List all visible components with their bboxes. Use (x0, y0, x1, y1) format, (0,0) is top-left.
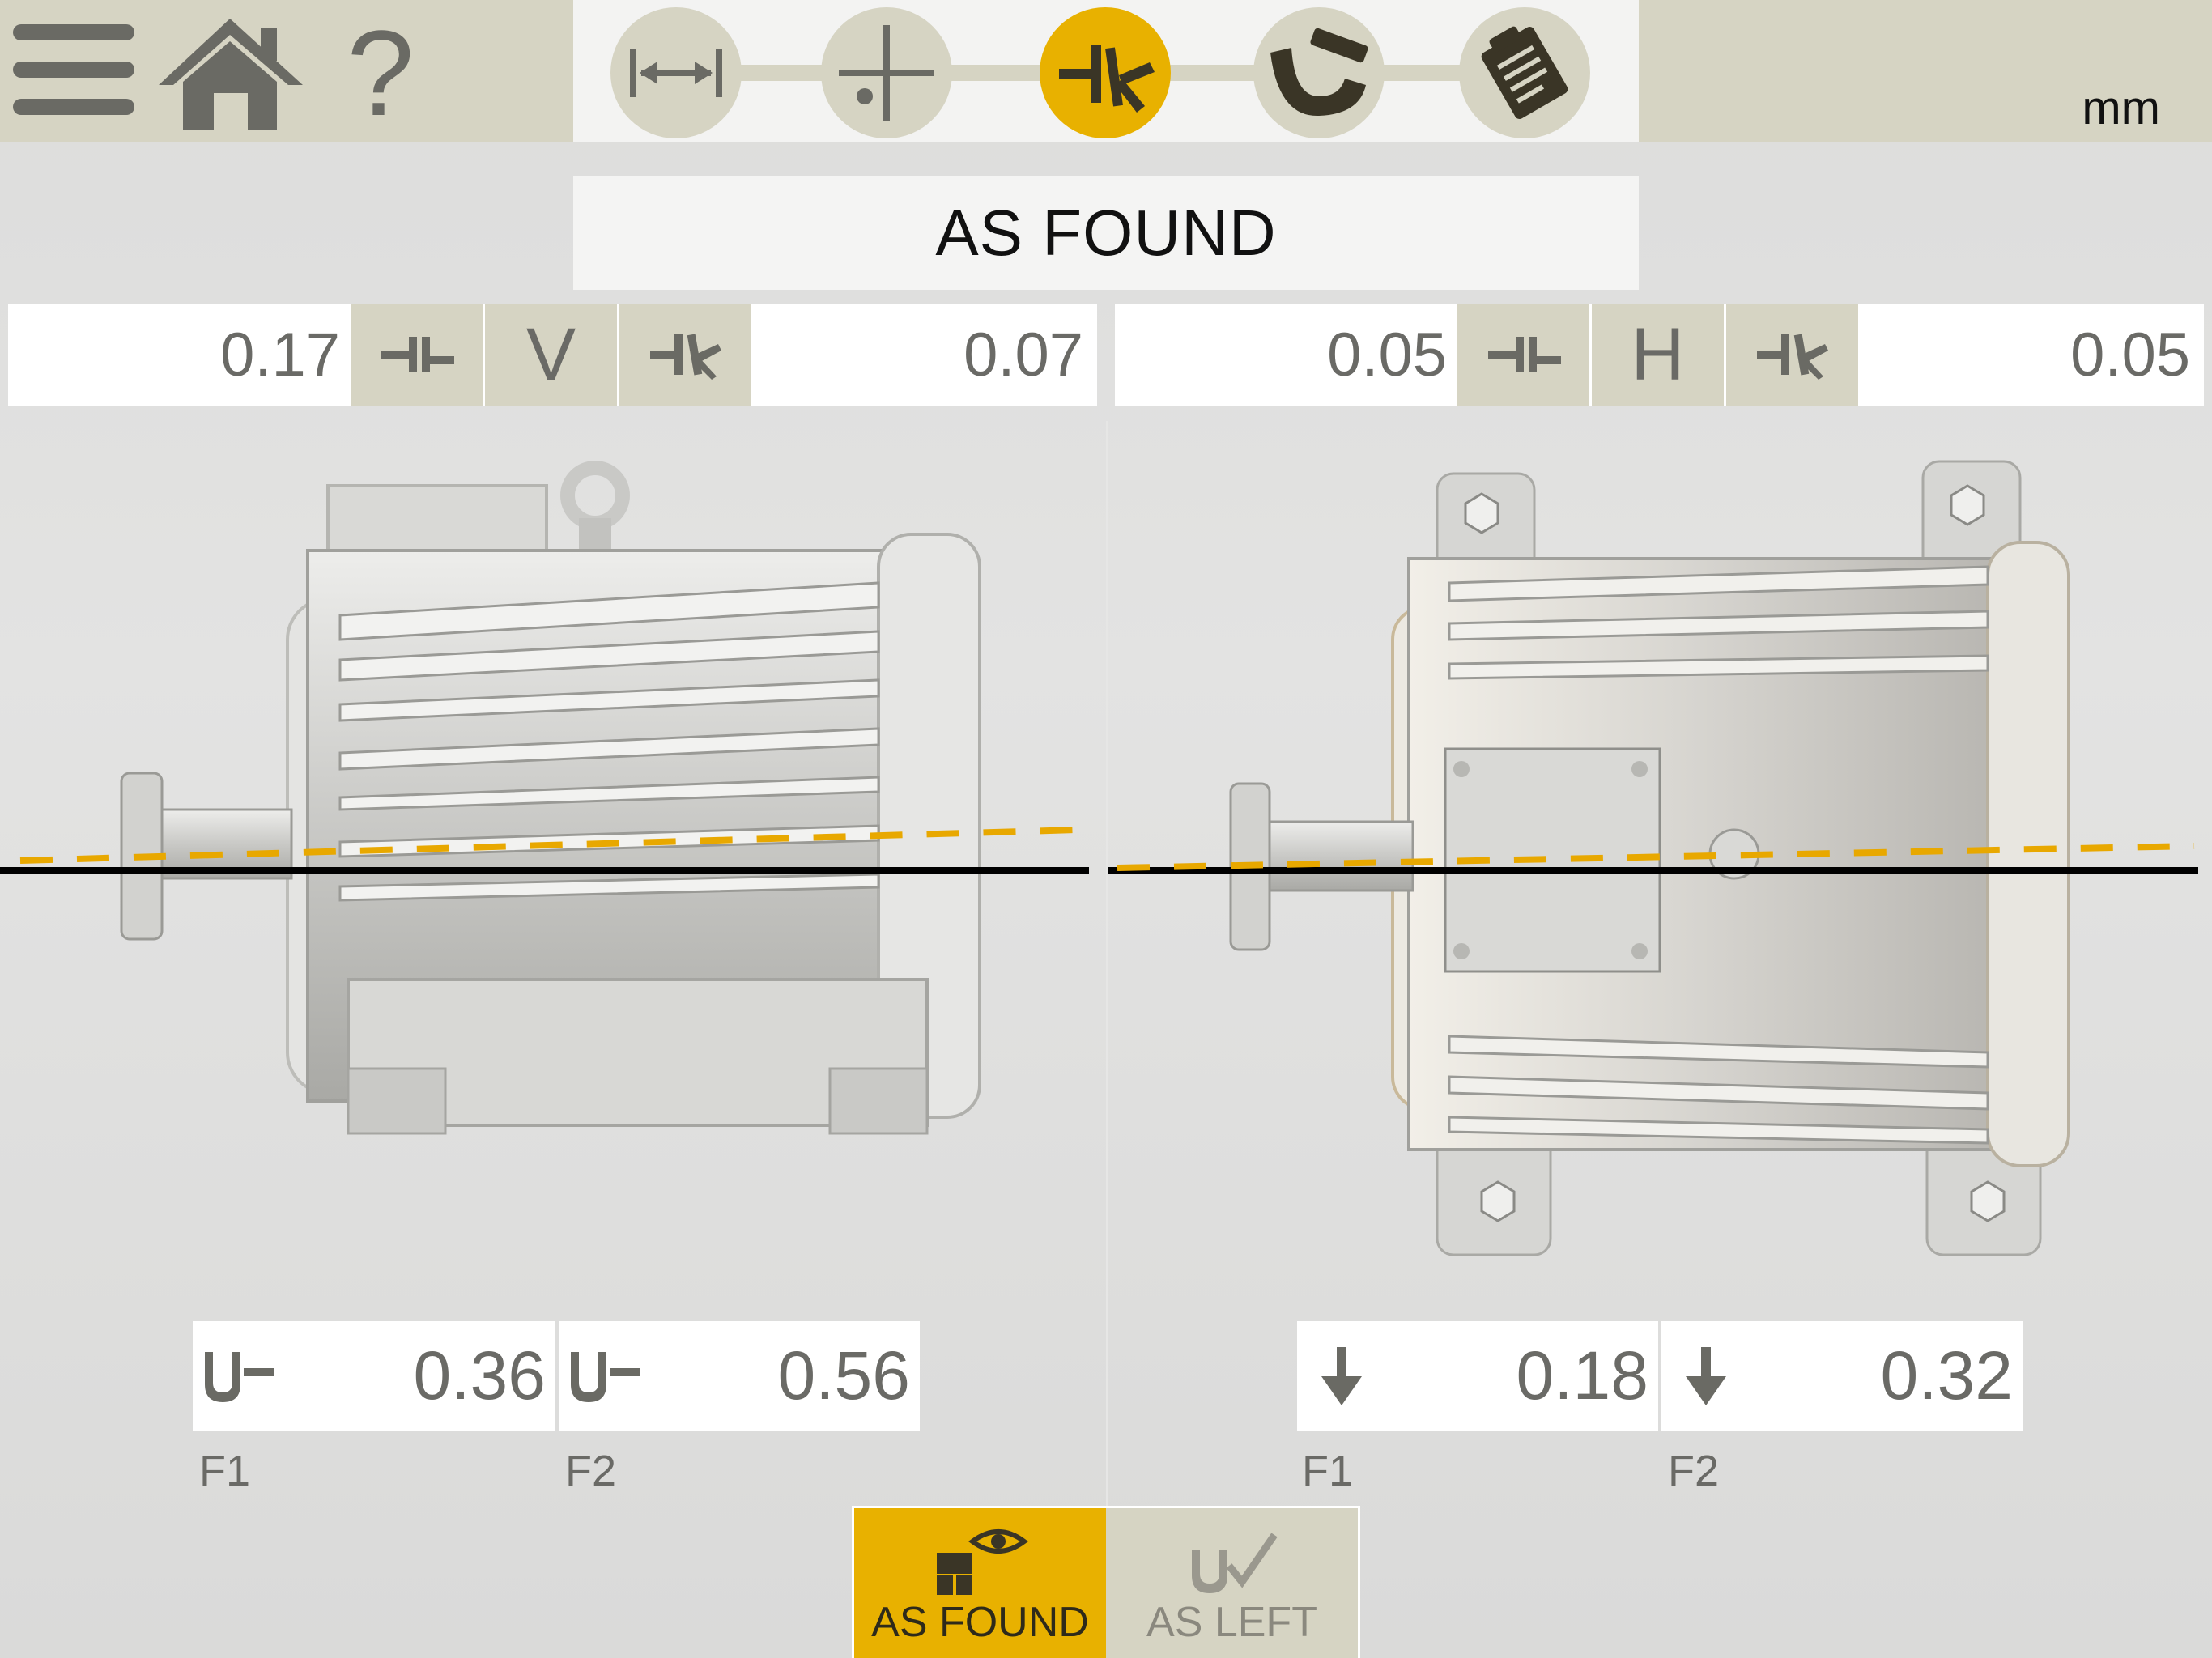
offset-icon (1487, 337, 1561, 372)
horizontal-label-cell: H (1589, 304, 1724, 406)
foot-label: F1 (1302, 1447, 1354, 1495)
offset-icon (381, 337, 454, 372)
angle-icon (649, 334, 721, 380)
as-left-check-icon (1191, 1533, 1278, 1593)
shim-icon (1270, 28, 1368, 117)
arrow-down-icon (1321, 1346, 1362, 1405)
foot-label: F2 (1668, 1447, 1720, 1495)
as-found-button[interactable]: AS FOUND (854, 1508, 1106, 1658)
arrow-down-icon (1686, 1346, 1726, 1405)
motor-side-view (120, 461, 981, 1135)
step-shims[interactable] (1253, 7, 1385, 138)
foot-label: F2 (565, 1447, 617, 1495)
vertical-label-cell: V (483, 304, 617, 406)
as-left-button[interactable]: AS LEFT (1106, 1508, 1358, 1658)
foot-horizontal-f1: 0.18 (1297, 1321, 1658, 1431)
foot-label: F1 (199, 1447, 251, 1495)
menu-button[interactable] (10, 18, 139, 123)
vertical-angle-value: 0.07 (963, 320, 1083, 389)
step-dimensions[interactable] (610, 7, 742, 138)
alignment-result-icon (1059, 45, 1155, 113)
vertical-offset-value: 0.17 (220, 320, 340, 389)
report-icon (1481, 26, 1568, 120)
foot-value: 0.18 (1516, 1337, 1649, 1414)
foot-value: 0.32 (1880, 1337, 2014, 1414)
angle-icon-cell (1724, 304, 1858, 406)
as-found-label: AS FOUND (871, 1599, 1089, 1646)
as-left-label: AS LEFT (1146, 1599, 1317, 1646)
mode-banner: AS FOUND (573, 176, 1639, 290)
vertical-label: V (525, 312, 576, 396)
offset-icon-cell (1455, 304, 1589, 406)
crosshair-icon (839, 25, 934, 121)
alignment-scene (0, 460, 2198, 1256)
as-found-eye-icon (936, 1529, 1028, 1595)
step-measure[interactable] (821, 7, 952, 138)
angle-icon-cell (617, 304, 751, 406)
unit-label: mm (2082, 82, 2160, 134)
dimension-arrows-icon (630, 49, 722, 97)
offset-icon-cell (348, 304, 483, 406)
angle-icon (1756, 334, 1828, 380)
home-button[interactable] (155, 12, 305, 134)
horizontal-results-bar: 0.05 H 0.05 (1115, 304, 2204, 406)
foot-horizontal-f2: 0.32 (1661, 1321, 2023, 1431)
horizontal-label: H (1631, 312, 1685, 396)
help-button[interactable]: ? (328, 12, 433, 134)
foot-vertical-f2: 0.56 (559, 1321, 920, 1431)
shim-foot-icon (205, 1351, 274, 1402)
foot-value: 0.36 (413, 1337, 547, 1414)
foot-value: 0.56 (777, 1337, 911, 1414)
foot-vertical-f1: 0.36 (193, 1321, 555, 1431)
horizontal-angle-value: 0.05 (2070, 320, 2190, 389)
horizontal-offset-value: 0.05 (1327, 320, 1447, 389)
step-report[interactable] (1459, 7, 1590, 138)
hamburger-icon (13, 24, 134, 115)
home-icon (159, 19, 303, 130)
step-results[interactable] (1040, 7, 1171, 138)
shim-foot-icon (571, 1351, 640, 1402)
as-found-as-left-toggle: AS FOUND AS LEFT (852, 1506, 1360, 1658)
vertical-results-bar: 0.17 V 0.07 (8, 304, 1097, 406)
